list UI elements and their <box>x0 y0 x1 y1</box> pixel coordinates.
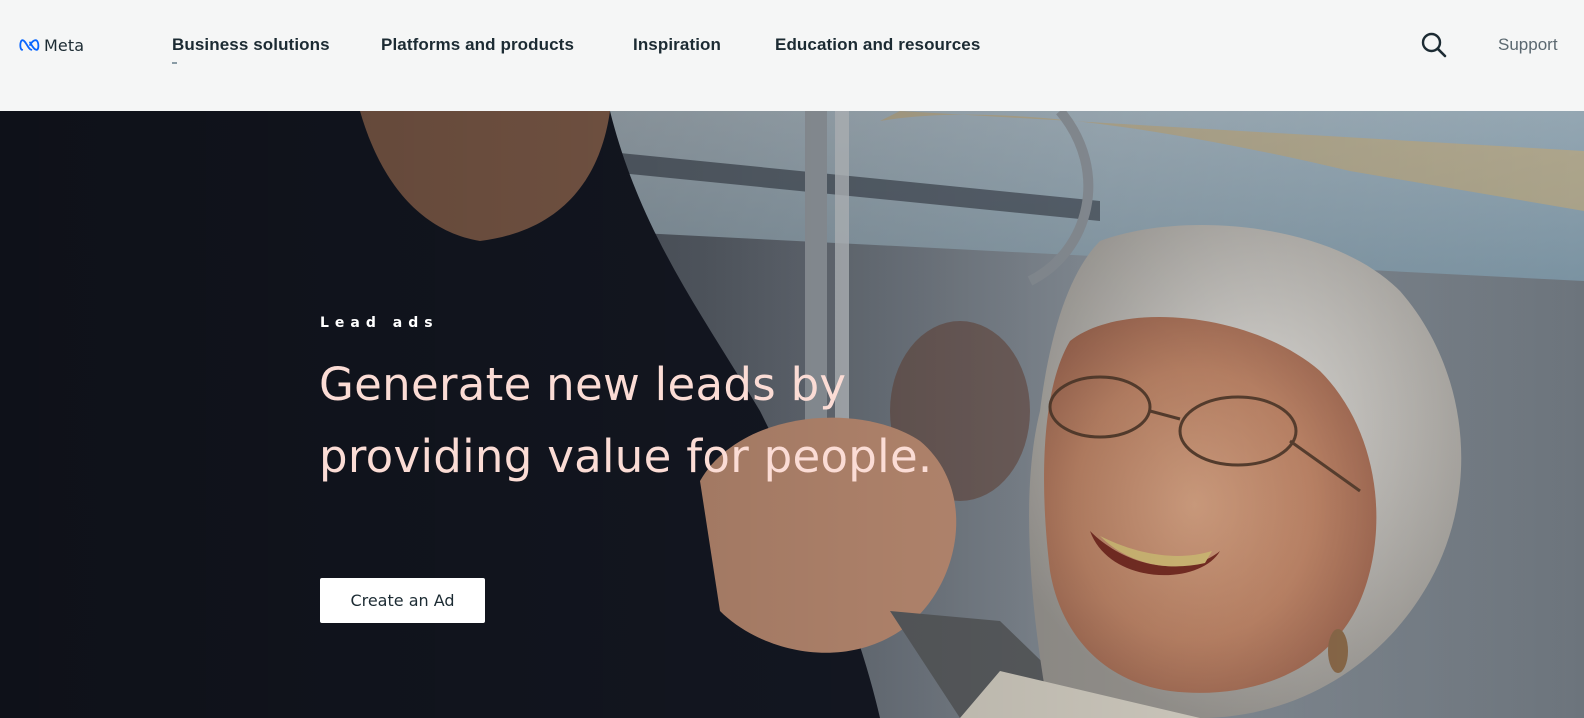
hero-banner: Lead ads Generate new leads by providing… <box>0 111 1584 718</box>
support-link[interactable]: Support <box>1498 35 1558 55</box>
nav-business-solutions[interactable]: Business solutions <box>172 35 330 55</box>
hero-headline: Generate new leads by providing value fo… <box>319 358 933 483</box>
top-navigation-bar: Meta Business solutions Platforms and pr… <box>0 0 1584 111</box>
active-nav-indicator <box>172 62 177 64</box>
create-an-ad-button[interactable]: Create an Ad <box>320 578 485 623</box>
search-button[interactable] <box>1420 31 1448 59</box>
meta-infinity-logo-icon <box>19 39 40 51</box>
nav-inspiration[interactable]: Inspiration <box>633 35 721 55</box>
hero-eyebrow: Lead ads <box>320 315 439 331</box>
search-icon <box>1421 32 1447 58</box>
logo-text: Meta <box>44 35 85 55</box>
meta-logo[interactable]: Meta <box>19 34 84 56</box>
nav-platforms-and-products[interactable]: Platforms and products <box>381 35 574 55</box>
nav-education-and-resources[interactable]: Education and resources <box>775 35 980 55</box>
